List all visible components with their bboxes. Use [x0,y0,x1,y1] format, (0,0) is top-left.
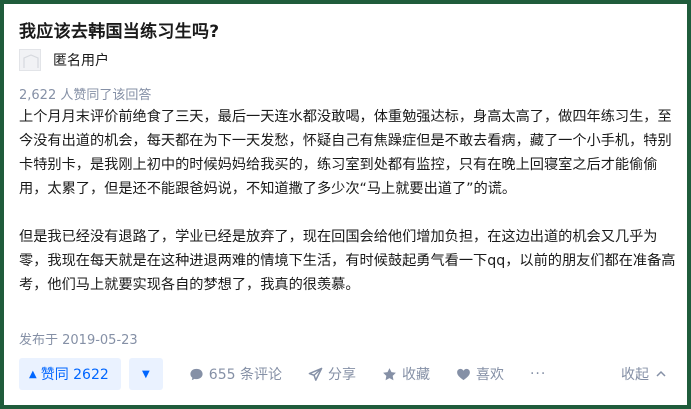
triangle-up-icon: ▲ [29,368,37,380]
like-button[interactable]: 喜欢 [456,364,504,384]
more-options-button[interactable]: ··· [530,366,546,382]
comment-icon [190,368,203,380]
vote-up-label: 赞同 2622 [40,367,109,383]
favorite-label: 收藏 [401,367,430,383]
triangle-down-icon: ▼ [141,368,150,380]
publish-date[interactable]: 发布于 2019-05-23 [19,329,138,348]
answer-paragraph: 但是我已经没有退路了，学业已经是放弃了，现在回国会给他们增加负担，在这边出道的机… [19,229,676,293]
answer-paragraph: 上个月月末评价前绝食了三天，最后一天连水都没敢喝，体重勉强达标，身高太高了，做四… [19,109,672,197]
collapse-label: 收起 [621,367,649,383]
vote-down-button[interactable]: ▼ [128,358,163,390]
vote-up-button[interactable]: ▲ 赞同 2622 [19,358,121,390]
chevron-up-icon [656,370,666,377]
question-title[interactable]: 我应该去韩国当练习生吗? [19,17,219,42]
star-icon [383,367,396,380]
like-label: 喜欢 [475,367,504,383]
share-icon [308,367,323,381]
author-name[interactable]: 匿名用户 [53,50,109,70]
collapse-button[interactable]: 收起 [621,358,667,390]
heart-icon [457,368,470,380]
share-label: 分享 [327,367,356,383]
anonymous-avatar-icon [20,50,40,70]
vote-count-text[interactable]: 2,622 人赞同了该回答 [19,84,151,103]
answer-content: 上个月月末评价前绝食了三天，最后一天连水都没敢喝，体重勉强达标，身高太高了，做四… [19,105,679,321]
author-info: 匿名用户 [19,48,109,72]
comment-count: 655 条评论 [208,367,282,383]
action-bar: ▲ 赞同 2622 ▼ 655 条评论 分享 收藏 喜欢 ··· 收起 [19,358,687,390]
avatar[interactable] [19,49,41,71]
answer-card: 我应该去韩国当练习生吗? 匿名用户 2,622 人赞同了该回答 上个月月末评价前… [4,4,687,405]
more-icon: ··· [529,366,547,382]
comment-button[interactable]: 655 条评论 [189,364,282,384]
favorite-button[interactable]: 收藏 [382,364,430,384]
share-button[interactable]: 分享 [308,364,356,384]
